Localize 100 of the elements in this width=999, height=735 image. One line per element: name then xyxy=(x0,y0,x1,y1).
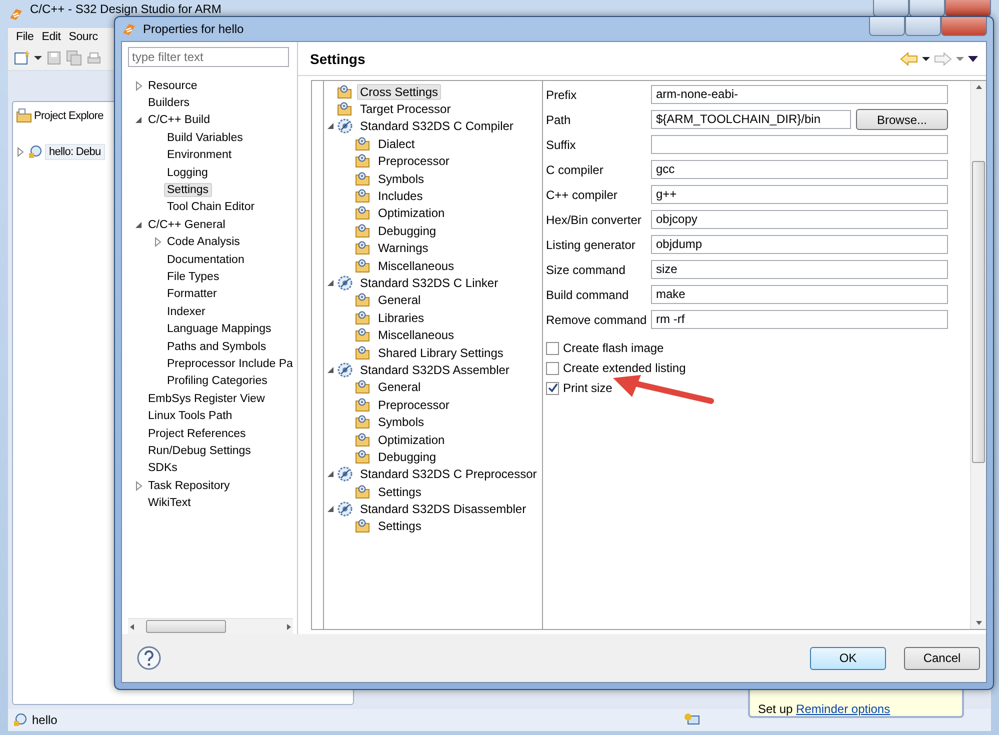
tree-item[interactable]: C/C++ Build xyxy=(145,113,214,128)
tree-item[interactable]: Paths and Symbols xyxy=(164,340,270,354)
tree-item[interactable]: Standard S32DS C Compiler xyxy=(357,118,516,134)
text-field[interactable]: ${ARM_TOOLCHAIN_DIR}/bin xyxy=(651,110,851,129)
tree-item[interactable]: Target Processor xyxy=(357,101,454,118)
tree-item[interactable]: Settings xyxy=(375,518,424,534)
menu-item[interactable]: File xyxy=(12,30,38,44)
tree-item[interactable]: Build Variables xyxy=(164,130,246,145)
checkbox-label: Create flash image xyxy=(563,341,664,355)
tree-item[interactable]: Documentation xyxy=(164,252,248,267)
tree-expander-icon[interactable] xyxy=(17,147,25,157)
reminder-link[interactable]: Reminder options xyxy=(796,702,890,716)
window-controls[interactable] xyxy=(869,17,987,36)
tree-item[interactable]: Indexer xyxy=(164,304,208,319)
tree-item[interactable]: Profiling Categories xyxy=(164,374,270,388)
tree-item[interactable]: Preprocessor xyxy=(375,153,452,170)
tree-item[interactable]: Debugging xyxy=(375,448,440,465)
text-field[interactable]: make xyxy=(651,285,948,304)
tree-item[interactable]: Resource xyxy=(145,78,200,93)
browse-button[interactable]: Browse... xyxy=(856,109,948,130)
tree-item[interactable]: Libraries xyxy=(375,310,428,326)
checkbox[interactable] xyxy=(546,362,559,374)
dropdown-icon[interactable] xyxy=(922,54,930,62)
tree-item[interactable]: hello: Debu xyxy=(45,144,105,160)
tree-item[interactable]: Environment xyxy=(164,148,235,162)
view-tab[interactable]: Project Explore xyxy=(34,110,104,122)
folder-gear-icon xyxy=(355,448,371,465)
dialog-button[interactable]: Cancel xyxy=(904,646,980,670)
tree-item[interactable]: Miscellaneous xyxy=(375,327,458,344)
dropdown-icon[interactable] xyxy=(34,54,42,62)
text-field[interactable]: rm -rf xyxy=(651,310,948,329)
folder-gear-icon xyxy=(355,327,371,344)
tree-item[interactable]: Settings xyxy=(164,183,212,198)
tree-item[interactable]: Warnings xyxy=(375,240,432,256)
tree-item[interactable]: Standard S32DS C Preprocessor xyxy=(357,466,540,482)
tree-item[interactable]: Standard S32DS Assembler xyxy=(357,362,512,378)
field-label: C compiler xyxy=(546,162,604,176)
tree-item[interactable]: Standard S32DS Disassembler xyxy=(357,501,530,518)
tree-item[interactable]: General xyxy=(375,379,424,396)
folder-gear-icon xyxy=(355,432,371,448)
dialog-button[interactable]: OK xyxy=(810,646,886,670)
filter-field[interactable]: type filter text xyxy=(128,47,289,67)
tree-item[interactable]: Symbols xyxy=(375,414,428,430)
tree-item[interactable]: Includes xyxy=(375,188,426,204)
vertical-scrollbar[interactable] xyxy=(970,81,986,629)
text-field[interactable]: objdump xyxy=(651,235,948,254)
tree-item[interactable]: Logging xyxy=(164,166,211,180)
tree-item[interactable]: General xyxy=(375,292,424,308)
tree-item[interactable]: Debugging xyxy=(375,222,440,239)
menu-item[interactable]: Sourc xyxy=(64,30,102,44)
tree-item[interactable]: WikiText xyxy=(145,496,194,510)
tree-item[interactable]: Language Mappings xyxy=(164,322,274,336)
tree-item[interactable]: Project References xyxy=(145,426,249,440)
tree-item[interactable]: Builders xyxy=(145,96,193,110)
tree-item[interactable]: Dialect xyxy=(375,136,418,152)
tree-item[interactable]: Task Repository xyxy=(145,478,233,493)
folder-gear-icon xyxy=(355,258,371,274)
tree-item[interactable]: Run/Debug Settings xyxy=(145,444,254,458)
menu-icon[interactable] xyxy=(968,54,978,62)
help-icon[interactable] xyxy=(136,645,162,671)
window-controls[interactable] xyxy=(873,0,991,16)
tree-item[interactable]: SDKs xyxy=(145,461,180,476)
tree-item[interactable]: File Types xyxy=(164,270,222,284)
tree-item[interactable]: Cross Settings xyxy=(357,84,442,100)
horizontal-scrollbar[interactable] xyxy=(128,618,293,634)
text-field[interactable] xyxy=(651,135,948,154)
text-field[interactable]: g++ xyxy=(651,185,948,204)
tree-item[interactable]: Formatter xyxy=(164,287,220,302)
folder-gear-icon xyxy=(355,136,371,152)
tree-item[interactable]: Linux Tools Path xyxy=(145,409,236,424)
menu-item[interactable]: Edit xyxy=(38,30,65,44)
tree-item[interactable]: Symbols xyxy=(375,170,428,187)
tree-item[interactable]: Code Analysis xyxy=(164,235,243,250)
checkbox-label: Print size xyxy=(563,381,612,395)
tree-item[interactable]: Standard S32DS C Linker xyxy=(357,274,502,291)
scroll-left-icon[interactable] xyxy=(128,622,136,630)
checkbox[interactable] xyxy=(546,342,559,354)
tree-item[interactable]: Settings xyxy=(375,484,424,500)
text-field[interactable]: gcc xyxy=(651,160,948,179)
tree-item[interactable]: Optimization xyxy=(375,205,448,222)
tree-item[interactable]: Preprocessor xyxy=(375,396,452,413)
tree-item[interactable]: Miscellaneous xyxy=(375,258,458,274)
tree-item[interactable]: C/C++ General xyxy=(145,218,228,232)
tree-item[interactable]: Preprocessor Include Pa xyxy=(164,356,296,371)
new-icon[interactable] xyxy=(14,50,30,66)
checkbox[interactable] xyxy=(546,382,559,394)
folder-icon xyxy=(16,108,32,124)
scroll-right-icon[interactable] xyxy=(285,622,293,630)
folder-gear-icon xyxy=(355,205,371,222)
tree-item[interactable]: Shared Library Settings xyxy=(375,344,506,361)
page-title: Settings xyxy=(310,50,366,66)
tree-item[interactable]: EmbSys Register View xyxy=(145,392,268,406)
folder-gear-icon xyxy=(355,379,371,396)
text-field[interactable]: arm-none-eabi- xyxy=(651,85,948,104)
field-label: Prefix xyxy=(546,88,578,102)
text-field[interactable]: size xyxy=(651,260,948,279)
text-field[interactable]: objcopy xyxy=(651,210,948,229)
tree-item[interactable]: Tool Chain Editor xyxy=(164,200,258,214)
tree-item[interactable]: Optimization xyxy=(375,432,448,448)
checkbox-label: Create extended listing xyxy=(563,361,686,375)
